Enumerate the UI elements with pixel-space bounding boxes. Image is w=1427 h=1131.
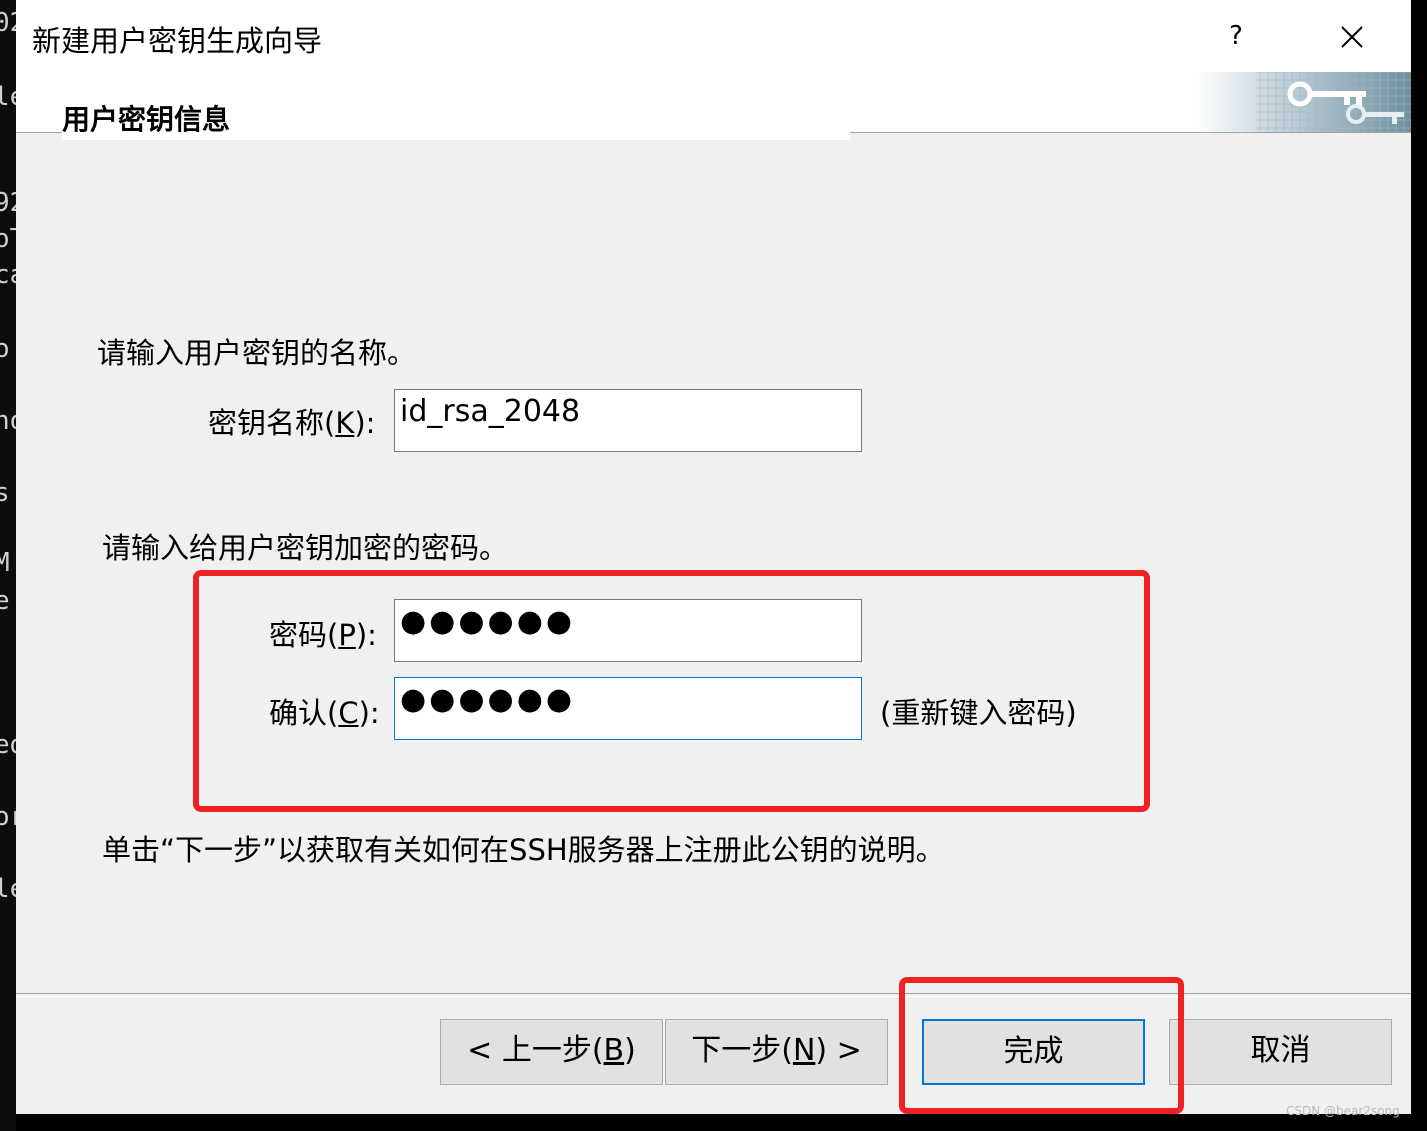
password-highlight-box — [193, 570, 1150, 812]
terminal-fragment: s — [0, 478, 10, 508]
back-mnemonic: B — [603, 1033, 625, 1068]
finish-highlight-box — [899, 977, 1184, 1114]
key-name-label-text: 密钥名称( — [208, 406, 336, 440]
next-mnemonic: N — [792, 1033, 816, 1068]
next-step-info: 单击“下一步”以获取有关如何在SSH服务器上注册此公钥的说明。 — [102, 833, 945, 867]
cancel-button[interactable]: 取消 — [1169, 1019, 1392, 1085]
close-icon — [1341, 25, 1363, 48]
close-button[interactable] — [1322, 12, 1382, 60]
terminal-fragment: o — [0, 334, 10, 364]
terminal-fragment: ed — [0, 730, 16, 760]
terminal-fragment: le — [0, 82, 16, 112]
terminal-fragment: M — [0, 548, 10, 578]
next-label-end: ) > — [815, 1033, 862, 1068]
back-button[interactable]: < 上一步(B) — [440, 1019, 663, 1085]
terminal-fragment: 92 — [0, 188, 16, 218]
key-wizard-dialog: 新建用户密钥生成向导 ? 用户密钥信息 请输入用户密钥的名称。 密钥名称(K):… — [16, 0, 1411, 1114]
terminal-fragment: no — [0, 406, 16, 436]
footer-separator — [16, 993, 1411, 997]
key-name-value: id_rsa_2048 — [400, 394, 581, 429]
terminal-fragment: 02 — [0, 8, 16, 38]
terminal-fragment: e — [0, 586, 10, 616]
terminal-fragment: le — [0, 874, 16, 904]
back-label: < 上一步( — [467, 1033, 604, 1068]
key-name-input[interactable]: id_rsa_2048 — [394, 389, 862, 452]
terminal-fragment: oT — [0, 224, 16, 254]
keys-banner-icon — [1196, 72, 1411, 132]
window-title: 新建用户密钥生成向导 — [32, 24, 323, 58]
key-name-label-end: ): — [354, 406, 376, 440]
header-title-underlay — [62, 132, 850, 140]
terminal-fragment: ca — [0, 260, 16, 290]
key-name-label: 密钥名称(K): — [208, 400, 375, 442]
terminal-fragment: or — [0, 802, 16, 832]
key-name-mnemonic: K — [335, 406, 355, 440]
next-button[interactable]: 下一步(N) > — [665, 1019, 888, 1085]
next-label: 下一步( — [691, 1033, 793, 1068]
back-label-end: ) — [624, 1033, 636, 1068]
title-bar[interactable]: 新建用户密钥生成向导 ? — [16, 0, 1411, 72]
password-prompt: 请输入给用户密钥加密的密码。 — [102, 531, 509, 565]
key-name-prompt: 请输入用户密钥的名称。 — [97, 336, 417, 370]
watermark: CSDN @bear2song — [1286, 1104, 1400, 1118]
background-terminal: 02 le 92 oT ca o no s M e ed or le — [0, 0, 16, 1131]
help-button[interactable]: ? — [1208, 12, 1264, 60]
